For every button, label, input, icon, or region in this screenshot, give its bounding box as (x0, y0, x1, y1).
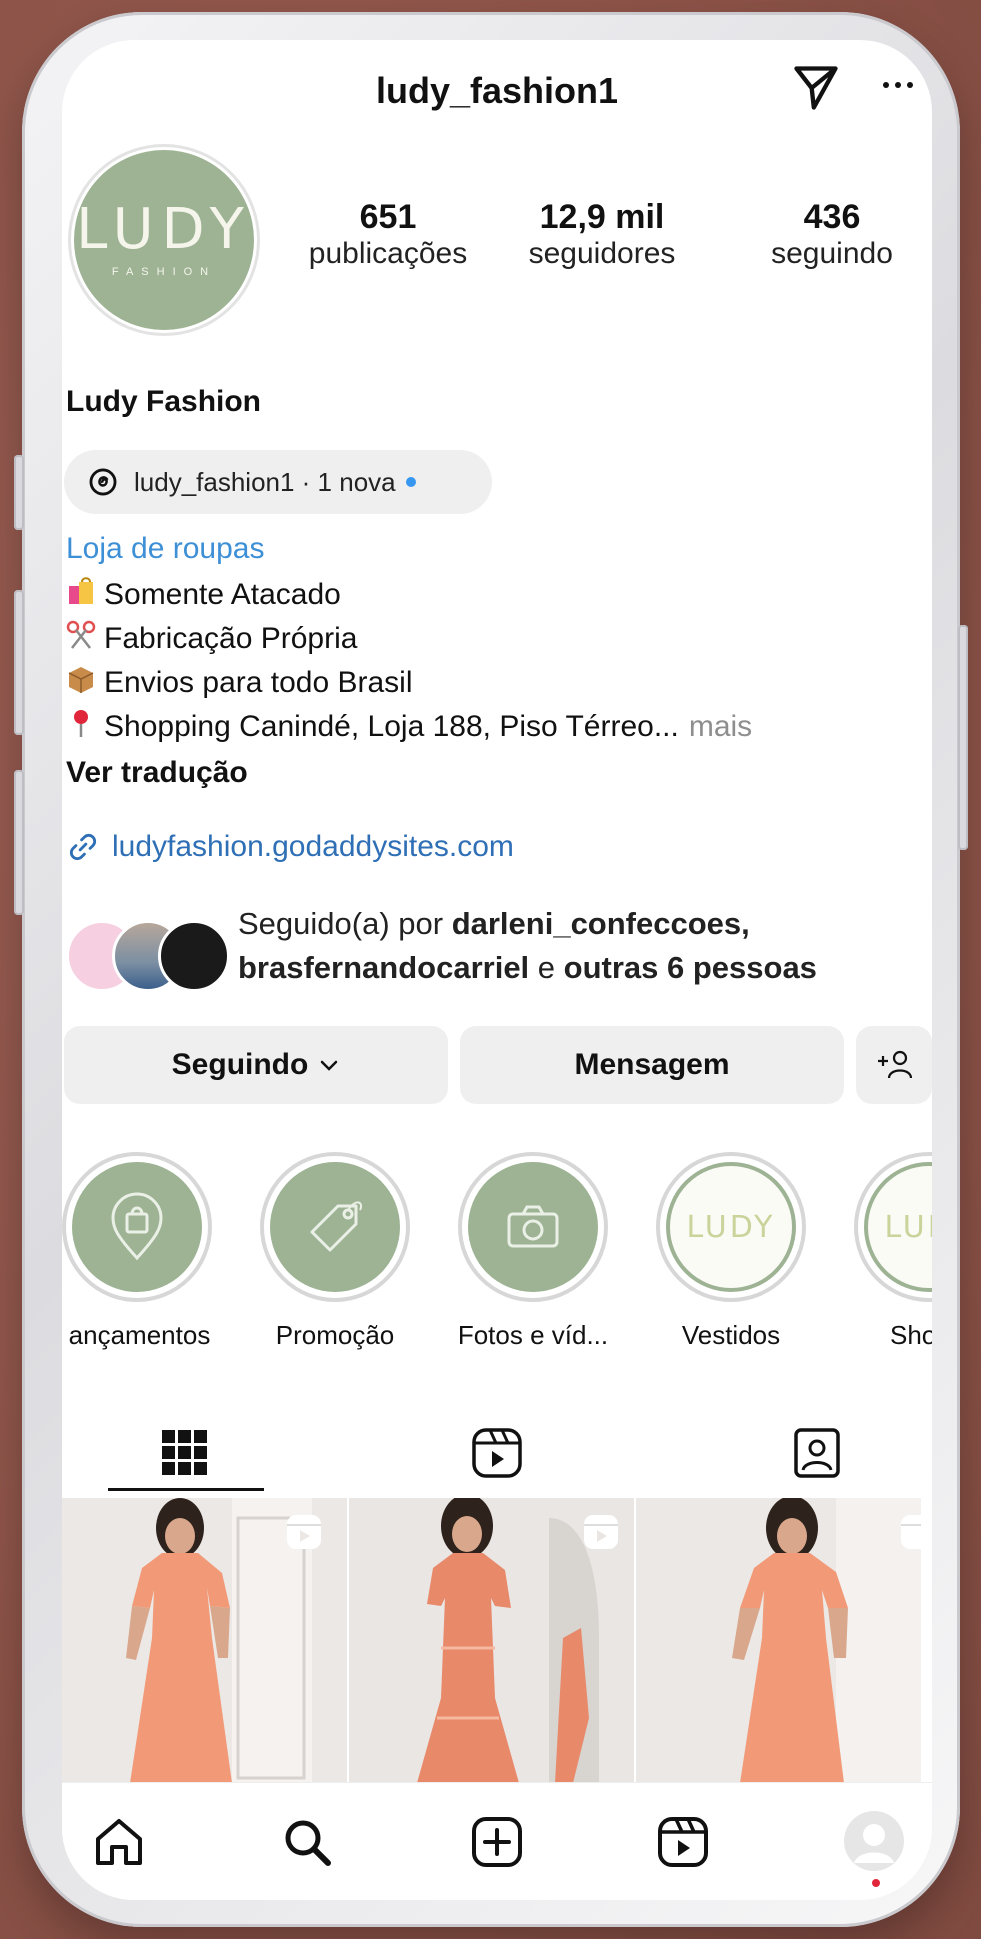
highlight-cover (468, 1162, 598, 1292)
following-button[interactable]: Seguindo (64, 1026, 448, 1104)
new-indicator-dot (405, 477, 416, 487)
more-options-icon[interactable] (880, 70, 920, 100)
bio-line: Somente Atacado (66, 576, 341, 613)
mute-switch (14, 455, 24, 530)
profile-display-name: Ludy Fashion (66, 385, 261, 418)
stat-followers-value: 12,9 mil (539, 198, 665, 236)
followed-by-text[interactable]: Seguido(a) por darleni_confeccoes, brasf… (238, 902, 928, 990)
stat-following-label: seguindo (771, 237, 893, 270)
active-tab-indicator (108, 1488, 264, 1491)
bio-more-link[interactable]: mais (689, 710, 752, 744)
highlight-cover: LUDY (864, 1162, 932, 1292)
bio-line: Envios para todo Brasil (66, 664, 413, 701)
threads-icon (86, 465, 120, 499)
app-screen: ludy_fashion1 LUDY FASHION 651 publicaçõ… (62, 40, 932, 1900)
search-icon[interactable] (280, 1815, 334, 1869)
followed-by-connector: e (529, 950, 564, 985)
shopping-bags-icon (66, 576, 104, 613)
bio-link-text: ludyfashion.godaddysites.com (112, 830, 514, 863)
stat-following-value: 436 (803, 198, 861, 236)
bio-line: Fabricação Própria (66, 620, 357, 657)
highlight-logo-text: LUDY (686, 1209, 776, 1245)
highlight-photos-videos[interactable] (458, 1152, 608, 1302)
stat-posts-value: 651 (359, 198, 417, 236)
mutual-avatar (158, 920, 230, 992)
bio-line-text: Fabricação Própria (104, 621, 358, 655)
mutual-followers-avatars[interactable] (66, 916, 230, 992)
tagged-tab-icon[interactable] (790, 1426, 844, 1480)
highlight-label: ançamentos (68, 1320, 211, 1350)
highlight-cover (270, 1162, 400, 1292)
volume-up-button (14, 590, 24, 735)
followed-by-others: outras 6 pessoas (563, 950, 817, 985)
notification-dot (872, 1879, 880, 1887)
highlight-label: Fotos e víd... (457, 1320, 609, 1350)
post-thumbnail[interactable] (636, 1498, 921, 1783)
reels-tab-icon[interactable] (470, 1426, 524, 1480)
highlight-label: Promoção (275, 1320, 395, 1350)
threads-text: ludy_fashion1 · 1 nova (134, 466, 396, 497)
followed-by-user: brasfernandocarriel (238, 950, 530, 985)
shopping-bag-pin-icon (107, 1192, 167, 1262)
message-button[interactable]: Mensagem (460, 1026, 844, 1104)
highlight-dresses[interactable]: LUDY (656, 1152, 806, 1302)
highlight-shop[interactable]: LUDY (854, 1152, 932, 1302)
power-button (958, 625, 968, 850)
highlight-label: Vestidos (681, 1320, 781, 1350)
post-thumbnail[interactable] (62, 1498, 347, 1783)
bio-line-text: Envios para todo Brasil (104, 665, 413, 699)
bottom-navigation (62, 1782, 932, 1900)
grid-tab-icon[interactable] (160, 1428, 210, 1478)
bio-line-text: Shopping Canindé, Loja 188, Piso Térreo.… (104, 709, 679, 743)
link-icon (66, 830, 100, 864)
followed-by-prefix: Seguido(a) por (238, 906, 452, 941)
direct-message-icon[interactable] (790, 62, 842, 114)
chevron-down-icon (318, 1054, 340, 1076)
avatar[interactable]: LUDY FASHION (74, 150, 254, 330)
bio-line-text: Somente Atacado (104, 577, 341, 611)
highlight-label: Sho (890, 1320, 932, 1350)
highlight-cover (72, 1162, 202, 1292)
avatar-logo-text: LUDY (76, 197, 252, 262)
threads-badge[interactable]: ludy_fashion1 · 1 nova (64, 450, 492, 514)
stat-posts-label: publicações (308, 237, 468, 270)
reels-icon[interactable] (656, 1815, 710, 1869)
followed-by-user: darleni_confeccoes, (451, 906, 750, 941)
following-button-label: Seguindo (171, 1048, 309, 1081)
add-person-icon (874, 1048, 914, 1082)
stat-following[interactable]: 436 seguindo (742, 198, 922, 271)
volume-down-button (14, 770, 24, 915)
stat-posts[interactable]: 651 publicações (288, 198, 488, 271)
stat-followers[interactable]: 12,9 mil seguidores (502, 198, 702, 271)
home-icon[interactable] (92, 1815, 146, 1869)
package-icon (66, 664, 104, 701)
highlight-logo-text: LUDY (884, 1209, 932, 1245)
highlight-promotion[interactable] (260, 1152, 410, 1302)
profile-category[interactable]: Loja de roupas (66, 532, 265, 566)
bio-link[interactable]: ludyfashion.godaddysites.com (66, 830, 514, 864)
scissors-icon (66, 620, 104, 657)
post-thumbnail[interactable] (349, 1498, 634, 1783)
create-post-icon[interactable] (470, 1815, 524, 1869)
suggested-people-button[interactable] (856, 1026, 932, 1104)
see-translation-link[interactable]: Ver tradução (66, 756, 248, 790)
stat-followers-label: seguidores (528, 237, 676, 270)
tag-icon (300, 1192, 370, 1262)
avatar-logo-subtext: FASHION (111, 266, 217, 278)
camera-icon (503, 1202, 563, 1252)
message-button-label: Mensagem (574, 1048, 730, 1081)
pin-icon (66, 708, 104, 745)
highlight-cover: LUDY (666, 1162, 796, 1292)
reel-badge-icon (581, 1512, 621, 1557)
bio-line: Shopping Canindé, Loja 188, Piso Térreo.… (66, 708, 752, 745)
profile-avatar-icon[interactable] (844, 1811, 904, 1871)
reel-badge-icon (898, 1512, 921, 1557)
reel-badge-icon (284, 1512, 324, 1557)
highlight-launches[interactable] (62, 1152, 212, 1302)
